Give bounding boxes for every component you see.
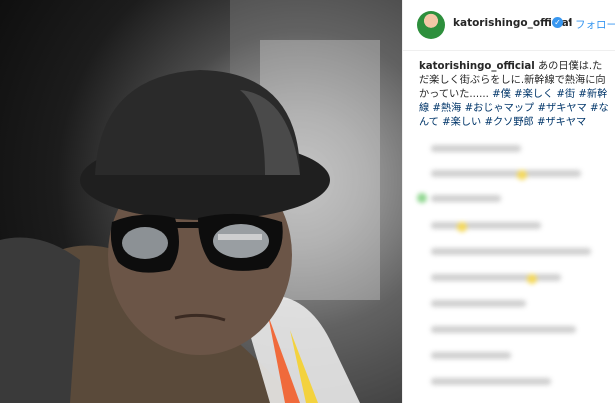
post-sidebar: katorishingo_official ✓ • フォロー katorishi… bbox=[402, 0, 615, 403]
blurred-comments bbox=[417, 140, 607, 403]
verified-badge-icon: ✓ bbox=[552, 17, 563, 28]
instagram-post: katorishingo_official ✓ • フォロー katorishi… bbox=[0, 0, 615, 403]
caption-username[interactable]: katorishingo_official bbox=[419, 61, 535, 72]
separator-dot: • bbox=[567, 16, 573, 27]
post-header: katorishingo_official ✓ • フォロー bbox=[403, 0, 615, 51]
selfie-photo-illustration bbox=[0, 0, 402, 403]
post-caption: katorishingo_official あの日僕は.ただ楽しく街ぶらをしに.… bbox=[419, 60, 611, 130]
follow-button[interactable]: フォロー bbox=[575, 17, 615, 32]
avatar[interactable] bbox=[417, 11, 445, 39]
post-photo bbox=[0, 0, 402, 403]
